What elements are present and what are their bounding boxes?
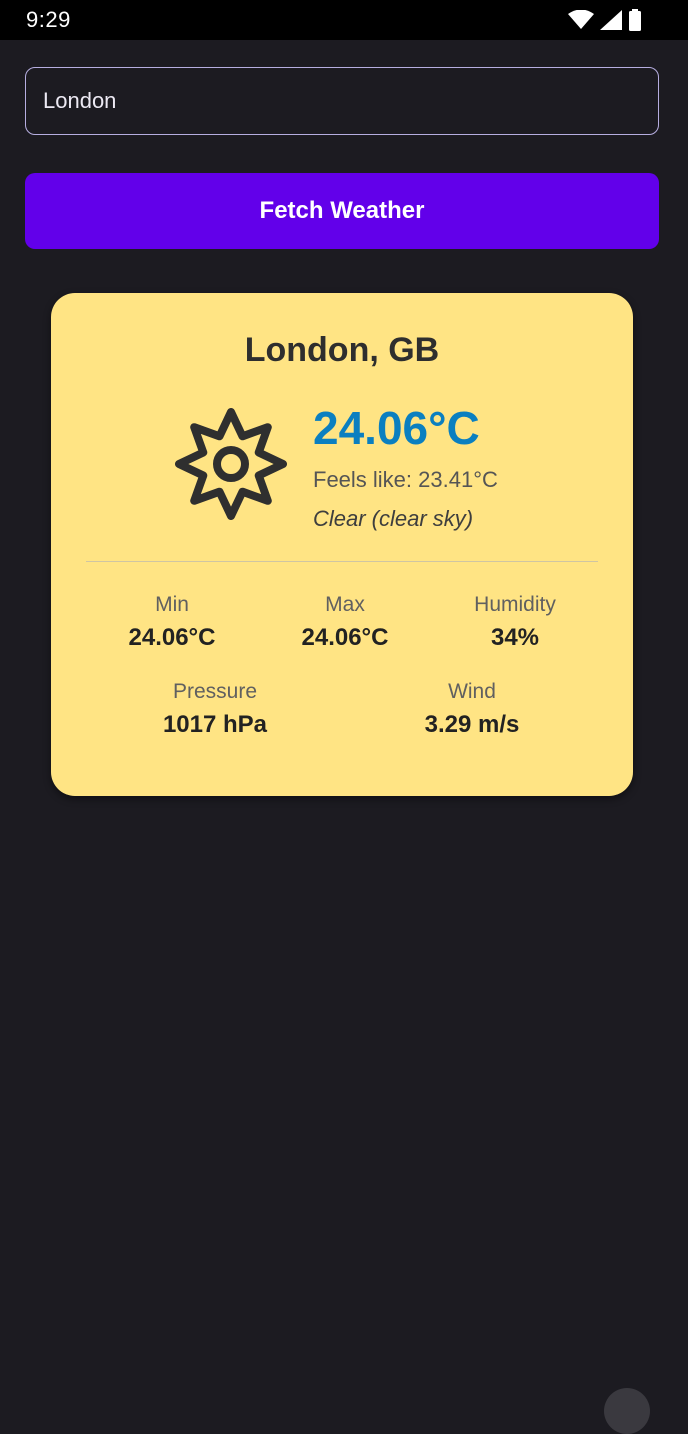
status-time: 9:29 [26,7,71,32]
stat-max: Max 24.06°C [255,590,435,652]
stat-wind: Wind 3.29 m/s [382,677,562,739]
stat-value: 34% [490,624,540,651]
stat-value: 24.06°C [128,624,216,651]
battery-icon [629,9,641,31]
stat-label: Humidity [474,593,556,616]
weather-card: London, GB 24.06°C Feels like: 23.41°C C… [51,293,633,796]
stat-label: Max [325,593,365,616]
status-icons [568,9,642,31]
city-search-input[interactable] [25,67,659,135]
stat-value: 24.06°C [301,624,389,651]
stat-value: 1017 hPa [162,711,268,738]
wifi-icon [568,10,594,29]
fetch-weather-button[interactable]: Fetch Weather [25,173,659,249]
stat-label: Pressure [172,680,258,703]
cellular-signal-icon [600,10,622,30]
status-bar: 9:29 [0,0,688,40]
feels-like: Feels like: 23.41°C [313,467,498,492]
stat-label: Min [155,593,189,616]
floating-gesture-handle[interactable] [604,1388,650,1434]
sun-icon [175,408,287,520]
stat-min: Min 24.06°C [82,590,262,652]
divider [86,561,598,562]
temperature: 24.06°C [313,402,480,454]
stat-humidity: Humidity 34% [425,590,605,652]
weather-description: Clear (clear sky) [313,506,474,531]
stat-label: Wind [448,680,496,703]
stat-value: 3.29 m/s [424,711,520,738]
location-title: London, GB [244,331,440,369]
stat-pressure: Pressure 1017 hPa [125,677,305,739]
